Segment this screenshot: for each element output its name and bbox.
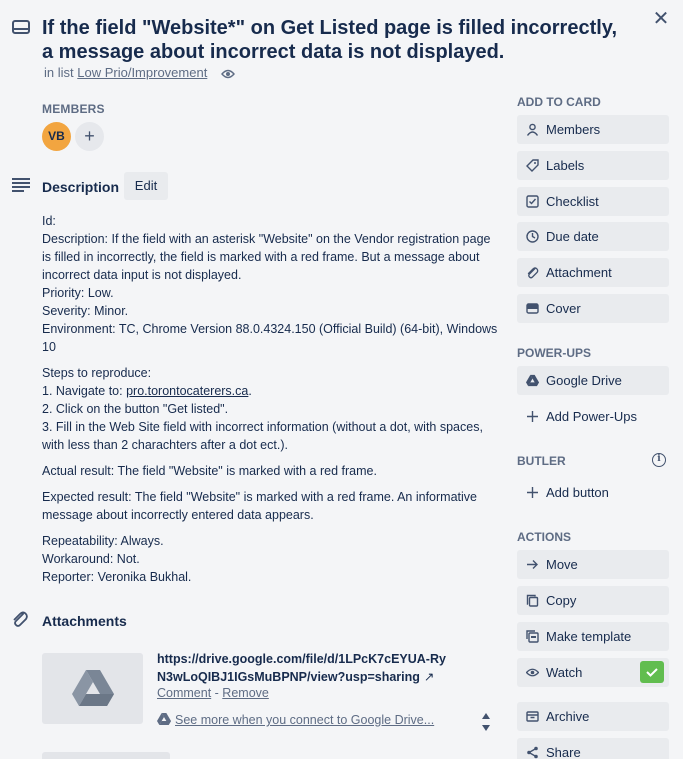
cover-icon	[526, 303, 539, 314]
checklist-button-label: Checklist	[546, 194, 599, 209]
action-separator: -	[211, 686, 223, 700]
attachment-button-label: Attachment	[546, 265, 612, 280]
actions-label: ACTIONS	[517, 530, 571, 544]
archive-button[interactable]: Archive	[517, 702, 669, 731]
list-link[interactable]: Low Prio/Improvement	[77, 65, 207, 80]
drive-connect-row[interactable]: See more when you connect to Google Driv…	[157, 713, 434, 727]
copy-button-label: Copy	[546, 593, 577, 608]
move-button[interactable]: Move	[517, 550, 669, 579]
close-icon[interactable]: ✕	[652, 9, 670, 29]
remove-link[interactable]: Remove	[222, 686, 269, 700]
avatar[interactable]: VB	[42, 122, 71, 151]
desc-description: Description: If the field with an asteri…	[42, 232, 491, 282]
desc-reporter: Reporter: Veronika Bukhal.	[42, 570, 192, 584]
desc-environment: Environment: TC, Chrome Version 88.0.432…	[42, 322, 498, 354]
add-to-card-label: ADD TO CARD	[517, 95, 601, 109]
attachment-button[interactable]: Attachment	[517, 258, 669, 287]
move-button-label: Move	[546, 557, 578, 572]
desc-workaround: Workaround: Not.	[42, 552, 140, 566]
checklist-button[interactable]: Checklist	[517, 187, 669, 216]
description-body[interactable]: Id: Description: If the field with an as…	[42, 212, 502, 594]
arrow-right-icon	[527, 560, 538, 569]
add-member-button[interactable]: +	[75, 122, 104, 151]
attachment-thumbnail-2[interactable]	[42, 752, 170, 759]
step1-link[interactable]: pro.torontocaterers.ca	[126, 384, 248, 398]
scroll-arrows-icon[interactable]	[480, 711, 492, 733]
copy-button[interactable]: Copy	[517, 586, 669, 615]
description-title: Description	[42, 179, 120, 195]
watch-button[interactable]: Watch	[517, 658, 669, 687]
make-template-button[interactable]: Make template	[517, 622, 669, 651]
plus-icon	[527, 487, 538, 498]
members-label: MEMBERS	[42, 102, 105, 116]
google-drive-button-label: Google Drive	[546, 373, 622, 388]
power-ups-label: POWER-UPS	[517, 346, 592, 360]
desc-expected: Expected result: The field "Website" is …	[42, 490, 477, 522]
archive-icon	[526, 711, 539, 722]
watch-button-label: Watch	[546, 665, 583, 680]
labels-button-label: Labels	[546, 158, 585, 173]
add-power-ups-label: Add Power-Ups	[546, 409, 638, 424]
attachment-actions: Comment - Remove	[157, 686, 269, 700]
user-icon	[526, 123, 539, 136]
checklist-icon	[526, 195, 539, 208]
paperclip-icon	[13, 611, 28, 627]
plus-icon	[527, 411, 538, 422]
drive-connect-link[interactable]: See more when you connect to Google Driv…	[175, 713, 434, 727]
share-icon	[527, 746, 538, 759]
desc-severity: Severity: Minor.	[42, 304, 129, 318]
paperclip-small-icon	[527, 267, 539, 279]
label-icon	[526, 159, 539, 172]
card-title[interactable]: If the field "Website*" on Get Listed pa…	[42, 16, 632, 64]
due-date-button[interactable]: Due date	[517, 222, 669, 251]
desc-step1-prefix: 1. Navigate to:	[42, 384, 127, 398]
eye-icon	[221, 69, 235, 78]
template-icon	[526, 630, 539, 643]
google-drive-button-icon	[526, 374, 539, 387]
cover-button-label: Cover	[546, 301, 581, 316]
add-power-ups-button[interactable]: Add Power-Ups	[517, 402, 669, 431]
members-button-label: Members	[546, 122, 601, 137]
google-drive-icon	[72, 670, 114, 706]
card-icon	[12, 20, 30, 34]
desc-actual: Actual result: The field "Website" is ma…	[42, 464, 377, 478]
attachment-link[interactable]: https://drive.google.com/file/d/1LPcK7cE…	[157, 650, 447, 686]
labels-button[interactable]: Labels	[517, 151, 669, 180]
butler-label: BUTLER	[517, 454, 566, 468]
make-template-button-label: Make template	[546, 629, 632, 644]
desc-step1-suffix: .	[248, 384, 252, 398]
eye-icon	[526, 668, 539, 677]
watch-checkmark-icon	[640, 661, 664, 683]
desc-id: Id:	[42, 214, 56, 228]
add-button-button[interactable]: Add button	[517, 478, 669, 507]
copy-icon	[526, 594, 539, 607]
desc-steps-header: Steps to reproduce:	[42, 366, 152, 380]
members-button[interactable]: Members	[517, 115, 669, 144]
attachment-url[interactable]: https://drive.google.com/file/d/1LPcK7cE…	[157, 652, 446, 684]
desc-step2: 2. Click on the button "Get listed".	[42, 402, 229, 416]
share-button[interactable]: Share	[517, 738, 669, 759]
list-breadcrumb: in list Low Prio/Improvement	[44, 65, 235, 81]
desc-repeatability: Repeatability: Always.	[42, 534, 164, 548]
google-drive-button[interactable]: Google Drive	[517, 366, 669, 395]
due-date-button-label: Due date	[546, 229, 599, 244]
add-button-label: Add button	[546, 485, 609, 500]
clock-icon	[526, 230, 539, 243]
cover-button[interactable]: Cover	[517, 294, 669, 323]
description-icon	[12, 178, 30, 192]
comment-link[interactable]: Comment	[157, 686, 211, 700]
archive-button-label: Archive	[546, 709, 590, 724]
share-button-label: Share	[546, 745, 581, 759]
in-list-prefix: in list	[44, 65, 74, 80]
external-link-icon[interactable]: ↗	[424, 670, 434, 684]
attachment-thumbnail[interactable]	[42, 653, 143, 724]
attachments-title: Attachments	[42, 613, 127, 629]
google-drive-small-icon	[157, 713, 171, 725]
edit-description-button[interactable]: Edit	[124, 172, 168, 200]
desc-step3: 3. Fill in the Web Site field with incor…	[42, 420, 483, 452]
info-icon[interactable]: i	[652, 453, 666, 467]
desc-priority: Priority: Low.	[42, 286, 114, 300]
